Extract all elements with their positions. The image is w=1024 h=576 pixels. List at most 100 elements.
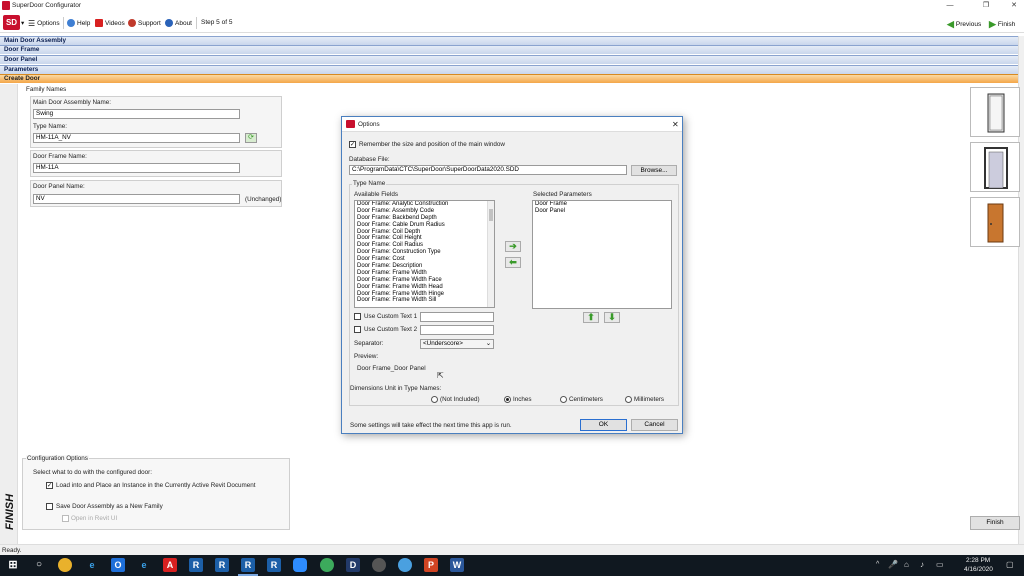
arrow-up-icon: ⬆ [587, 312, 595, 322]
revit-icon-3[interactable]: R [241, 558, 255, 572]
help-button[interactable]: Help [67, 19, 90, 27]
main-assembly-input[interactable]: Swing [33, 109, 240, 119]
clock-time[interactable]: 2:28 PM [966, 557, 990, 564]
ok-button[interactable]: OK [580, 419, 627, 431]
minimize-button[interactable]: — [940, 0, 960, 12]
zoom-icon[interactable] [293, 558, 307, 572]
autocad-icon[interactable]: A [163, 558, 177, 572]
remove-field-button[interactable]: ⬅ [505, 257, 521, 268]
dialog-close-icon[interactable]: ✕ [672, 120, 679, 129]
thumbnail-door-frame[interactable] [970, 142, 1020, 192]
open-revit-checkbox[interactable] [62, 515, 69, 522]
available-field-item[interactable]: Door Frame: Cost [355, 256, 494, 263]
custom-text-1-input[interactable] [420, 312, 494, 322]
previous-button[interactable]: ◀ Previous [947, 19, 981, 30]
search-icon[interactable]: ○ [32, 558, 46, 572]
selected-param-item[interactable]: Door Frame [533, 201, 671, 208]
finish-toolbar-button[interactable]: ▶ Finish [989, 19, 1015, 30]
about-button[interactable]: About [165, 19, 192, 27]
custom-text-2-checkbox[interactable] [354, 326, 361, 333]
battery-icon[interactable]: ▭ [936, 560, 944, 569]
selected-param-item[interactable]: Door Panel [533, 208, 671, 215]
help-label: Help [77, 19, 91, 27]
available-scroll-thumb[interactable] [489, 209, 493, 221]
available-field-item[interactable]: Door Frame: Frame Width Hinge [355, 291, 494, 298]
maximize-button[interactable]: ❐ [976, 0, 996, 12]
section-door-frame[interactable]: Door Frame [0, 45, 1018, 54]
chrome-icon[interactable] [58, 558, 72, 572]
save-family-checkbox[interactable] [46, 503, 53, 510]
revit-icon-1[interactable]: R [189, 558, 203, 572]
available-field-item[interactable]: Door Frame: Assembly Code [355, 208, 494, 215]
finish-button[interactable]: Finish [970, 516, 1020, 530]
logo-dropdown-icon[interactable]: ▾ [21, 19, 24, 27]
custom-text-2-input[interactable] [420, 325, 494, 335]
unit-centimeters-radio[interactable] [560, 396, 567, 403]
remember-checkbox[interactable]: ✓ [349, 141, 356, 148]
custom-text-1-checkbox[interactable] [354, 313, 361, 320]
available-field-item[interactable]: Door Frame: Description [355, 263, 494, 270]
available-field-item[interactable]: Door Frame: Coil Radius [355, 242, 494, 249]
settings-app-icon[interactable] [372, 558, 386, 572]
move-down-button[interactable]: ⬇ [604, 312, 620, 323]
available-field-item[interactable]: Door Frame: Frame Width [355, 270, 494, 277]
available-scrollbar[interactable] [487, 201, 494, 307]
finish-vertical-label: FINISH [4, 493, 16, 530]
section-create-door[interactable]: Create Door [0, 74, 1018, 83]
thumbnail-door-panel[interactable] [970, 197, 1020, 247]
thumbnail-door-assembly[interactable] [970, 87, 1020, 137]
unit-inches-radio[interactable] [504, 396, 511, 403]
unit-millimeters-radio[interactable] [625, 396, 632, 403]
available-field-item[interactable]: Door Frame: Cable Drum Radius [355, 222, 494, 229]
available-field-item[interactable]: Door Frame: Analytic Construction [355, 201, 494, 208]
unit-centimeters-label: Centimeters [569, 396, 603, 403]
network-app-icon[interactable] [320, 558, 334, 572]
powerpoint-icon[interactable]: P [424, 558, 438, 572]
videos-button[interactable]: Videos [95, 19, 125, 27]
close-button[interactable]: ✕ [1004, 0, 1024, 12]
move-up-button[interactable]: ⬆ [583, 312, 599, 323]
available-fields-list[interactable]: Door Frame: Analytic Construction Door Fr… [354, 200, 495, 308]
available-field-item[interactable]: Door Frame: Backbend Depth [355, 215, 494, 222]
word-icon[interactable]: W [450, 558, 464, 572]
volume-icon[interactable]: ♪ [920, 560, 924, 569]
notifications-icon[interactable]: ▢ [1006, 560, 1014, 569]
add-field-button[interactable]: ➔ [505, 241, 521, 252]
edge-icon[interactable]: e [85, 558, 99, 572]
network-icon[interactable]: ⌂ [904, 560, 909, 569]
panel-input[interactable]: NV [33, 194, 240, 204]
frame-input[interactable]: HM-11A [33, 163, 240, 173]
revit-icon-4[interactable]: R [267, 558, 281, 572]
section-main-door-assembly[interactable]: Main Door Assembly [0, 36, 1018, 45]
dynamo-icon[interactable]: D [346, 558, 360, 572]
windows-start-icon[interactable]: ⊞ [6, 558, 20, 572]
microphone-icon[interactable]: 🎤 [888, 560, 898, 569]
available-field-item[interactable]: Door Frame: Construction Type [355, 249, 494, 256]
type-name-input[interactable]: HM-11A_NV [33, 133, 240, 143]
available-field-item[interactable]: Door Frame: Frame Width Head [355, 284, 494, 291]
edge-legacy-icon[interactable]: e [137, 558, 151, 572]
globe-icon[interactable] [398, 558, 412, 572]
browse-button[interactable]: Browse... [631, 165, 677, 176]
selected-params-list[interactable]: Door Frame Door Panel [532, 200, 672, 309]
revit-icon-2[interactable]: R [215, 558, 229, 572]
options-button[interactable]: ☰ Options [28, 19, 60, 28]
clock-date[interactable]: 4/16/2020 [964, 566, 993, 573]
video-icon [95, 19, 103, 27]
available-field-item[interactable]: Door Frame: Coil Height [355, 235, 494, 242]
outlook-icon[interactable]: O [111, 558, 125, 572]
refresh-icon[interactable]: ⟳ [245, 133, 257, 143]
load-place-checkbox[interactable]: ✓ [46, 482, 53, 489]
section-parameters[interactable]: Parameters [0, 65, 1018, 74]
separator-select[interactable]: <Underscore> ⌄ [420, 339, 494, 349]
db-input[interactable]: C:\ProgramData\CTC\SuperDoor\SuperDoorDa… [349, 165, 627, 175]
tray-chevron-icon[interactable]: ^ [876, 561, 879, 568]
unit-not-included-radio[interactable] [431, 396, 438, 403]
support-button[interactable]: Support [128, 19, 161, 27]
cancel-button[interactable]: Cancel [631, 419, 678, 431]
app-logo[interactable]: SD [3, 15, 20, 30]
available-field-item[interactable]: Door Frame: Coil Depth [355, 229, 494, 236]
available-field-item[interactable]: Door Frame: Frame Width Face [355, 277, 494, 284]
available-field-item[interactable]: Door Frame: Frame Width Sill [355, 297, 494, 304]
section-door-panel[interactable]: Door Panel [0, 55, 1018, 64]
